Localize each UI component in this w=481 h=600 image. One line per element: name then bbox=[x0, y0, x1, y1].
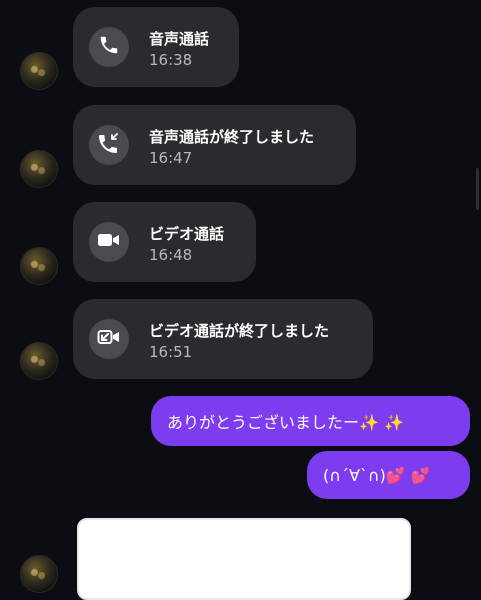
phone-icon bbox=[98, 34, 120, 60]
message-text: (∩´∀`∩)💕 💕 bbox=[323, 465, 431, 485]
video-call-message[interactable]: ビデオ通話 16:48 bbox=[73, 202, 256, 282]
avatar[interactable] bbox=[20, 342, 58, 380]
call-title: 音声通話 bbox=[149, 30, 210, 48]
avatar[interactable] bbox=[20, 150, 58, 188]
sent-message[interactable]: ありがとうございましたー✨ ✨ bbox=[151, 396, 470, 446]
redacted-message[interactable] bbox=[77, 518, 411, 600]
video-camera-icon bbox=[97, 231, 121, 253]
message-text: ありがとうございましたー✨ ✨ bbox=[167, 413, 404, 432]
sent-message[interactable]: (∩´∀`∩)💕 💕 bbox=[307, 451, 470, 499]
voice-call-message[interactable]: 音声通話 16:38 bbox=[73, 7, 239, 87]
call-icon-circle bbox=[89, 27, 129, 67]
call-title: ビデオ通話が終了しました bbox=[149, 322, 330, 340]
avatar[interactable] bbox=[20, 52, 58, 90]
call-title: 音声通話が終了しました bbox=[149, 128, 315, 146]
scrollbar-thumb[interactable] bbox=[476, 168, 479, 210]
call-icon-circle bbox=[89, 125, 129, 165]
video-ended-icon bbox=[97, 328, 121, 350]
call-time: 16:51 bbox=[149, 343, 193, 361]
avatar[interactable] bbox=[20, 247, 58, 285]
call-time: 16:47 bbox=[149, 149, 193, 167]
voice-call-ended-message[interactable]: 音声通話が終了しました 16:47 bbox=[73, 105, 356, 185]
phone-ended-icon bbox=[97, 131, 121, 159]
call-icon-circle bbox=[89, 319, 129, 359]
call-time: 16:48 bbox=[149, 246, 193, 264]
call-time: 16:38 bbox=[149, 51, 193, 69]
call-icon-circle bbox=[89, 222, 129, 262]
avatar[interactable] bbox=[20, 555, 58, 593]
call-title: ビデオ通話 bbox=[149, 225, 225, 243]
video-call-ended-message[interactable]: ビデオ通話が終了しました 16:51 bbox=[73, 299, 373, 379]
